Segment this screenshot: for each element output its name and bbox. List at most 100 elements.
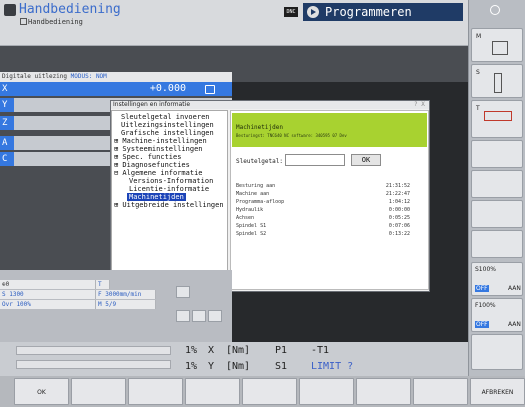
tool-status: T — [96, 280, 110, 289]
mode-subtitle: Handbediening — [28, 18, 83, 26]
empty-softkey[interactable] — [471, 334, 523, 370]
tree-item[interactable]: Sleutelgetal invoeren — [121, 113, 210, 121]
info-value: 21:22:47 — [385, 191, 410, 197]
feed-rate: F 3000mm/min — [96, 290, 156, 299]
info-label: Hydraulik — [236, 207, 264, 213]
empty-softkey[interactable] — [299, 378, 354, 405]
feed-override-label: F100% — [475, 302, 496, 309]
info-value: 0:00:00 — [388, 207, 410, 213]
ok-softkey-label: OK — [37, 389, 46, 396]
axis-letter: Z — [0, 116, 14, 130]
load-unit-y: [Nm] — [226, 361, 251, 372]
status-button[interactable] — [176, 310, 190, 322]
empty-softkey[interactable] — [242, 378, 297, 405]
machine-icon — [492, 41, 508, 55]
axis-letter: A — [0, 136, 14, 150]
load-unit-x: [Nm] — [226, 345, 251, 356]
empty-softkey[interactable] — [471, 140, 523, 168]
programming-tab[interactable]: Programmeren — [303, 3, 463, 21]
tree-item[interactable]: ⊞ Diagnosefuncties — [114, 161, 190, 169]
spindle-override-label: S100% — [475, 266, 496, 273]
ok-button[interactable]: OK — [351, 154, 381, 166]
panel-subheading: Besturingst: TNC640 NC software: 340595 … — [236, 133, 347, 138]
feed-off-label: OFF — [475, 321, 489, 328]
axis-letter: Y — [0, 98, 14, 112]
tree-item[interactable]: Versions-Information — [129, 177, 213, 185]
panel-heading: Machinetijden — [236, 124, 283, 131]
tool-change-icon — [484, 111, 512, 121]
feed-override-softkey[interactable]: F100% OFF AAN — [471, 298, 523, 332]
status-p1: P1 — [275, 345, 288, 356]
t-label: T — [476, 105, 480, 112]
ok-softkey[interactable]: OK — [14, 378, 69, 405]
datum-status: ⊕0 — [0, 280, 96, 289]
mode-icon — [4, 4, 16, 16]
info-row: Achsen 0:05:25 — [236, 214, 426, 222]
empty-softkey[interactable] — [185, 378, 240, 405]
axis-letter: X — [0, 82, 14, 96]
readout-label: Digitale uitlezing — [2, 73, 68, 80]
info-label: Spindel S2 — [236, 231, 267, 237]
info-value: 1:04:12 — [388, 199, 410, 205]
status-s1: S1 — [275, 361, 288, 372]
info-label: Machine aan — [236, 191, 270, 197]
program-file-icon — [20, 18, 27, 25]
status-button[interactable] — [176, 286, 190, 298]
info-label: Programma-afloop — [236, 199, 285, 205]
m-softkey[interactable]: M — [471, 28, 523, 62]
cancel-softkey[interactable]: AFBREKEN — [470, 378, 525, 405]
status-tool: -T1 — [311, 345, 330, 356]
tree-item[interactable]: ⊞ Spec. functies — [114, 153, 181, 161]
empty-softkey[interactable] — [471, 200, 523, 228]
info-row: Machine aan 21:22:47 — [236, 190, 426, 198]
status-button[interactable] — [208, 310, 222, 322]
dnc-badge[interactable]: DNC — [284, 7, 298, 17]
empty-softkey[interactable] — [413, 378, 468, 405]
spindle-on-label: AAN — [508, 285, 521, 292]
tree-item[interactable]: ⊞ Systeeminstellingen — [114, 145, 203, 153]
override-status: Ovr 100% — [0, 300, 96, 309]
tree-item-selected[interactable]: Machinetijden — [127, 193, 186, 201]
tree-item[interactable]: Uitlezingsinstellingen — [121, 121, 214, 129]
axis-letter: C — [0, 152, 14, 166]
tree-item[interactable]: Licentie-informatie — [129, 185, 209, 193]
spindle-icon — [494, 73, 502, 93]
spindle-speed: S 1300 — [0, 290, 96, 299]
info-row: Programma-afloop 1:04:12 — [236, 198, 426, 206]
info-value: 0:07:06 — [388, 223, 410, 229]
info-label: Besturing aan — [236, 183, 276, 189]
info-row: Besturing aan 21:31:52 — [236, 182, 426, 190]
axis-row-x[interactable]: X +0.000 — [0, 82, 232, 96]
info-label: Spindel S1 — [236, 223, 267, 229]
info-label: Achsen — [236, 215, 255, 221]
key-label: Sleutelgetal: — [236, 158, 283, 165]
axis-value: +0.000 — [149, 83, 186, 94]
tree-item[interactable]: ⊟ Algemene informatie — [114, 169, 203, 177]
readout-mode: MODUS: NOM — [70, 73, 107, 80]
dialog-close-buttons[interactable]: ? X — [414, 101, 428, 109]
s-softkey[interactable]: S — [471, 64, 523, 98]
status-limit: LIMIT ? — [311, 361, 354, 372]
tree-item[interactable]: ⊞ Machine-instellingen — [114, 137, 207, 145]
m-label: M — [476, 33, 482, 40]
reference-icon — [205, 85, 215, 94]
spindle-override-softkey[interactable]: S100% OFF AAN — [471, 262, 523, 296]
tree-item[interactable]: ⊞ Uitgebreide instellingen — [114, 201, 224, 209]
tree-item[interactable]: Grafische instellingen — [121, 129, 214, 137]
empty-softkey[interactable] — [356, 378, 411, 405]
empty-softkey[interactable] — [471, 170, 523, 198]
empty-softkey[interactable] — [471, 230, 523, 258]
status-button[interactable] — [192, 310, 206, 322]
key-input[interactable] — [285, 154, 345, 166]
load-percent-x: 1% — [185, 345, 198, 356]
m-function-status: M 5/9 — [96, 300, 156, 309]
t-softkey[interactable]: T — [471, 100, 523, 138]
info-value: 21:31:52 — [385, 183, 410, 189]
empty-softkey[interactable] — [128, 378, 183, 405]
load-bar-y — [16, 360, 171, 369]
clock-icon — [490, 5, 500, 15]
load-axis-x: X — [208, 345, 215, 356]
empty-softkey[interactable] — [71, 378, 126, 405]
cancel-softkey-label: AFBREKEN — [481, 389, 514, 396]
load-percent-y: 1% — [185, 361, 198, 372]
